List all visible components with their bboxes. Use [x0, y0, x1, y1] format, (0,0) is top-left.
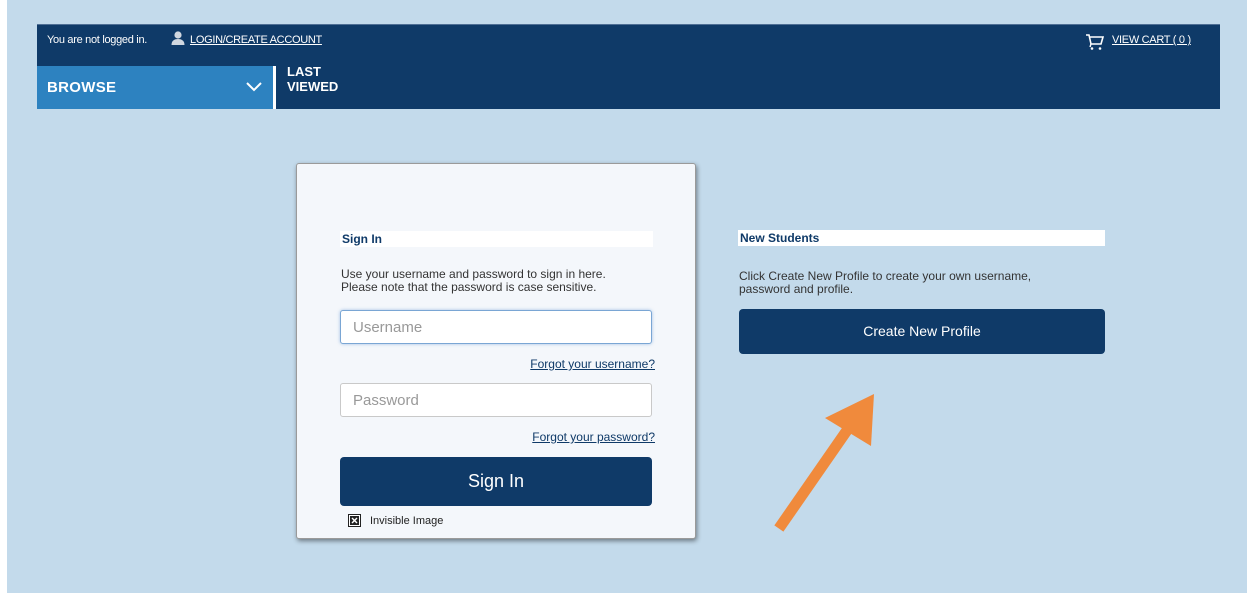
- annotation-arrow-icon: [774, 394, 874, 532]
- login-create-account-link[interactable]: LOGIN/CREATE ACCOUNT: [190, 34, 322, 46]
- sign-in-card: Sign In Use your username and password t…: [296, 163, 696, 539]
- chevron-down-icon: [246, 82, 262, 92]
- top-bar: You are not logged in. LOGIN/CREATE ACCO…: [37, 24, 1220, 60]
- sign-in-description: Use your username and password to sign i…: [341, 268, 671, 294]
- view-cart-link[interactable]: VIEW CART ( 0 ): [1112, 34, 1191, 46]
- new-students-description-line2: password and profile.: [739, 282, 854, 296]
- broken-image-icon: [348, 514, 361, 527]
- main-nav: BROWSE LAST VIEWED: [37, 60, 1220, 109]
- nav-divider: [273, 66, 276, 109]
- user-icon: [171, 31, 185, 45]
- new-students-title: New Students: [738, 230, 1105, 246]
- sign-in-title: Sign In: [340, 231, 653, 247]
- last-viewed-tab[interactable]: LAST VIEWED: [287, 64, 367, 94]
- cart-icon[interactable]: [1085, 33, 1105, 51]
- create-new-profile-button[interactable]: Create New Profile: [739, 309, 1105, 354]
- sign-in-button[interactable]: Sign In: [340, 457, 652, 506]
- forgot-username-link[interactable]: Forgot your username?: [530, 357, 655, 371]
- forgot-password-link[interactable]: Forgot your password?: [532, 430, 655, 444]
- browse-menu-button[interactable]: BROWSE: [37, 66, 273, 109]
- browse-label: BROWSE: [47, 79, 117, 96]
- username-input[interactable]: [340, 310, 652, 344]
- sign-in-description-line2: Please note that the password is case se…: [341, 280, 597, 294]
- login-status-text: You are not logged in.: [47, 34, 148, 46]
- new-students-description: Click Create New Profile to create your …: [739, 270, 1099, 296]
- password-input[interactable]: [340, 383, 652, 417]
- top-bar-divider: [37, 24, 1220, 25]
- invisible-image-label: Invisible Image: [370, 515, 444, 527]
